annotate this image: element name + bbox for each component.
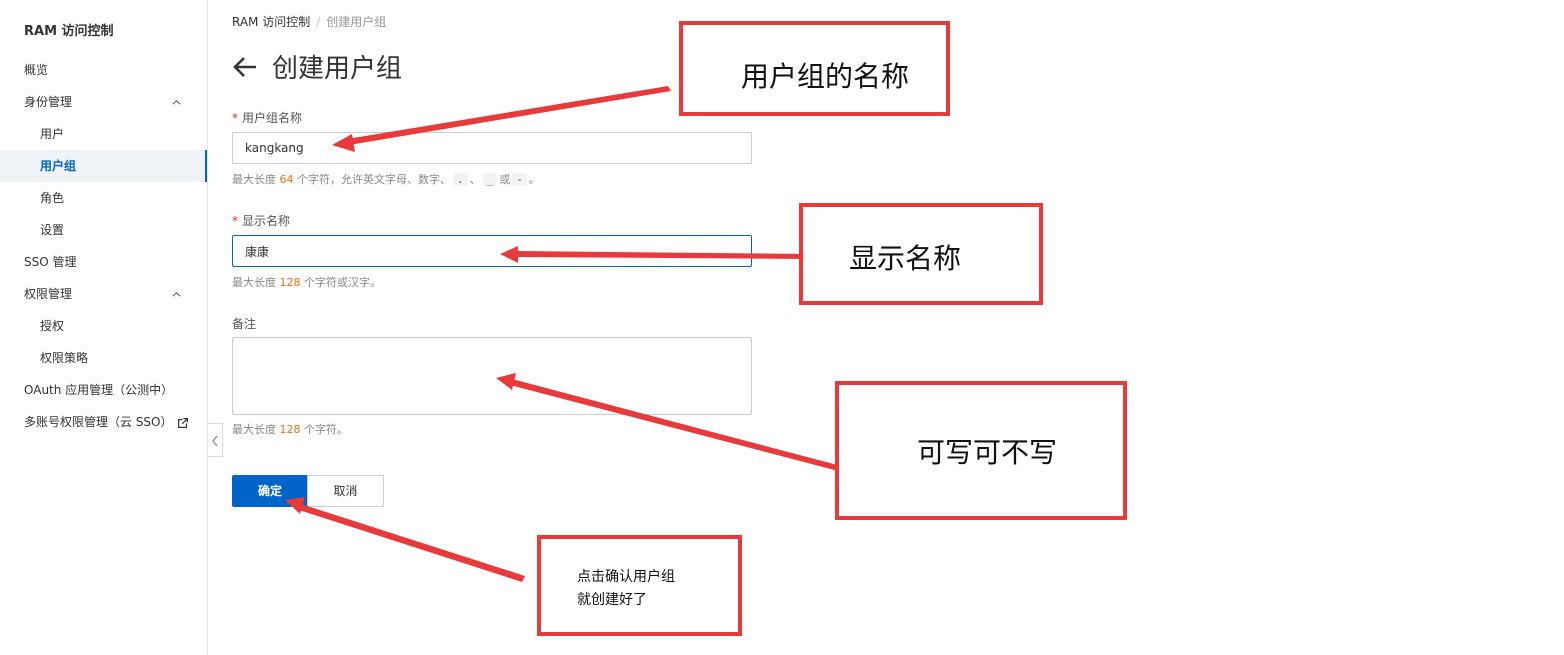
annotation-text: 点击确认用户组 — [577, 569, 675, 585]
sidebar-item-oauth-apps[interactable]: OAuth 应用管理（公测中） — [0, 374, 207, 406]
sidebar-item-identity-management[interactable]: 身份管理 — [0, 86, 207, 118]
display-name-label: * 显示名称 — [232, 212, 290, 229]
hint-text: 最大长度 — [232, 173, 280, 186]
breadcrumb-current: 创建用户组 — [326, 15, 387, 29]
hint-text: 个字符或汉字。 — [300, 276, 381, 289]
sidebar-item-roles[interactable]: 角色 — [0, 182, 207, 214]
hint-text: 最大长度 — [232, 276, 280, 289]
display-name-input[interactable] — [232, 235, 752, 267]
hint-text: 或 — [499, 173, 511, 186]
annotation-arrow-confirm — [299, 504, 525, 582]
annotation-text: 就创建好了 — [577, 592, 647, 608]
sidebar-item-user-groups[interactable]: 用户组 — [0, 150, 207, 182]
display-name-hint: 最大长度 128 个字符或汉字。 — [232, 274, 381, 290]
hint-number: 128 — [279, 276, 301, 289]
back-arrow-icon[interactable] — [232, 54, 258, 80]
sidebar-item-permission-management[interactable]: 权限管理 — [0, 278, 207, 310]
display-name-label-text: 显示名称 — [242, 214, 291, 228]
sidebar-item-label: 用户 — [40, 127, 65, 141]
group-name-label-text: 用户组名称 — [242, 111, 303, 125]
remark-textarea[interactable] — [232, 337, 752, 415]
sidebar-item-label: OAuth 应用管理（公测中） — [24, 383, 174, 397]
confirm-button[interactable]: 确定 — [232, 475, 308, 507]
breadcrumb-root-link[interactable]: RAM 访问控制 — [232, 15, 310, 29]
hint-chip-dot: . — [453, 173, 468, 186]
sidebar-item-label: 用户组 — [40, 159, 77, 173]
breadcrumb: RAM 访问控制 / 创建用户组 — [232, 13, 386, 30]
hint-number: 128 — [279, 423, 301, 436]
sidebar: RAM 访问控制 概览 身份管理 用户 用户组 角色 设置 SSO 管理 权限管… — [0, 0, 208, 655]
sidebar-item-label: 多账号权限管理（云 SSO） — [24, 415, 173, 429]
external-link-icon — [177, 417, 188, 428]
sidebar-item-label-wrap: 多账号权限管理（云 SSO） — [24, 406, 188, 438]
chevron-up-icon — [172, 291, 181, 297]
hint-text: 。 — [528, 173, 540, 186]
sidebar-item-label: SSO 管理 — [24, 255, 77, 269]
sidebar-item-users[interactable]: 用户 — [0, 118, 207, 150]
sidebar-title: RAM 访问控制 — [24, 24, 114, 39]
sidebar-item-label: 身份管理 — [24, 95, 73, 109]
required-mark: * — [232, 214, 238, 228]
sidebar-item-label: 授权 — [40, 319, 65, 333]
sidebar-item-grants[interactable]: 授权 — [0, 310, 207, 342]
sidebar-item-policies[interactable]: 权限策略 — [0, 342, 207, 374]
annotation-confirm: 点击确认用户组 就创建好了 — [537, 535, 742, 636]
sidebar-item-label: 权限策略 — [40, 351, 89, 365]
sidebar-item-label: 权限管理 — [24, 287, 73, 301]
group-name-input[interactable] — [232, 132, 752, 164]
sidebar-item-label: 设置 — [40, 223, 65, 237]
annotation-text: 可写可不写 — [917, 436, 1058, 469]
cancel-button[interactable]: 取消 — [307, 475, 384, 507]
sidebar-item-settings[interactable]: 设置 — [0, 214, 207, 246]
page-title: 创建用户组 — [272, 54, 403, 84]
group-name-hint: 最大长度 64 个字符，允许英文字母、数字、.、 _ 或 -。 — [232, 171, 540, 187]
sidebar-item-cloud-sso[interactable]: 多账号权限管理（云 SSO） — [0, 406, 207, 438]
remark-hint: 最大长度 128 个字符。 — [232, 421, 348, 437]
annotation-group-name: 用户组的名称 — [679, 21, 950, 116]
required-mark: * — [232, 111, 238, 125]
remark-label: 备注 — [232, 317, 257, 331]
hint-text: 、 — [469, 173, 481, 186]
annotation-text: 用户组的名称 — [741, 60, 910, 93]
sidebar-item-sso[interactable]: SSO 管理 — [0, 246, 207, 278]
sidebar-item-label: 概览 — [24, 63, 49, 77]
chevron-left-icon — [212, 435, 218, 447]
annotation-text: 显示名称 — [849, 242, 962, 275]
sidebar-collapse-button[interactable] — [208, 423, 223, 457]
hint-chip-underscore: _ — [482, 173, 498, 186]
sidebar-item-label: 角色 — [40, 191, 65, 205]
annotation-display-name: 显示名称 — [799, 203, 1043, 305]
sidebar-item-overview[interactable]: 概览 — [0, 54, 207, 86]
hint-text: 个字符。 — [300, 423, 348, 436]
hint-number: 64 — [279, 173, 294, 186]
group-name-label: * 用户组名称 — [232, 109, 302, 126]
hint-text: 个字符，允许英文字母、数字、 — [293, 173, 451, 186]
annotation-remark: 可写可不写 — [835, 381, 1127, 520]
breadcrumb-separator: / — [316, 15, 321, 29]
chevron-up-icon — [172, 99, 181, 105]
hint-chip-dash: - — [512, 173, 527, 186]
hint-text: 最大长度 — [232, 423, 280, 436]
